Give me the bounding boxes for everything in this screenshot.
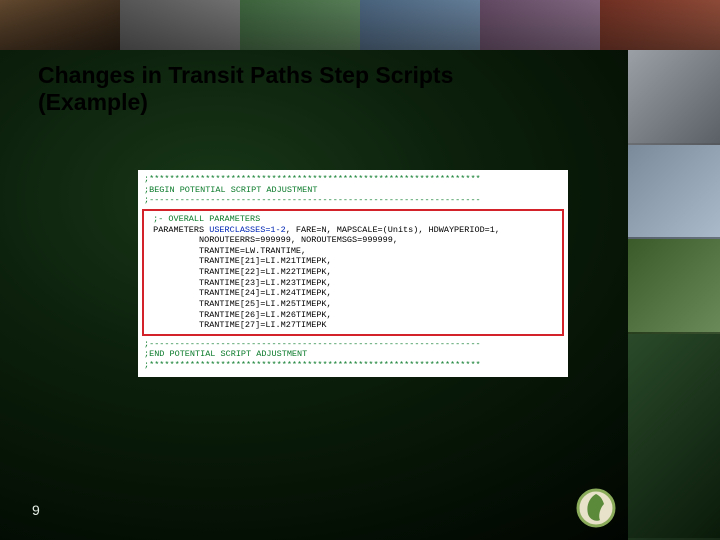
banner-segment bbox=[600, 0, 720, 50]
title-line-2: (Example) bbox=[38, 89, 148, 115]
code-line: TRANTIME[26]=LI.M26TIMEPK, bbox=[148, 310, 332, 320]
code-example-box: ;***************************************… bbox=[138, 170, 568, 377]
code-line: TRANTIME[21]=LI.M21TIMEPK, bbox=[148, 256, 332, 266]
top-image-banner bbox=[0, 0, 720, 52]
banner-segment bbox=[480, 0, 600, 50]
banner-segment bbox=[360, 0, 480, 50]
code-line: ;BEGIN POTENTIAL SCRIPT ADJUSTMENT bbox=[144, 185, 562, 196]
title-line-1: Changes in Transit Paths Step Scripts bbox=[38, 62, 453, 88]
code-line: ;- OVERALL PARAMETERS bbox=[148, 214, 260, 224]
code-line: ;---------------------------------------… bbox=[144, 339, 562, 350]
code-line: TRANTIME[23]=LI.M23TIMEPK, bbox=[148, 278, 332, 288]
slide-body: Changes in Transit Paths Step Scripts (E… bbox=[0, 50, 720, 540]
slide-title: Changes in Transit Paths Step Scripts (E… bbox=[38, 62, 610, 116]
side-segment bbox=[628, 334, 720, 540]
banner-segment bbox=[120, 0, 240, 50]
banner-segment bbox=[0, 0, 120, 50]
page-number: 9 bbox=[32, 502, 40, 518]
code-line: TRANTIME[27]=LI.M27TIMEPK bbox=[148, 320, 327, 330]
code-line: ;END POTENTIAL SCRIPT ADJUSTMENT bbox=[144, 349, 562, 360]
code-line: ;---------------------------------------… bbox=[144, 195, 562, 206]
code-line: TRANTIME[25]=LI.M25TIMEPK, bbox=[148, 299, 332, 309]
highlighted-code-block: ;- OVERALL PARAMETERS PARAMETERS USERCLA… bbox=[142, 209, 564, 336]
side-segment bbox=[628, 145, 720, 240]
county-logo-icon bbox=[576, 488, 616, 528]
code-line: TRANTIME[22]=LI.M22TIMEPK, bbox=[148, 267, 332, 277]
banner-segment bbox=[240, 0, 360, 50]
code-line: TRANTIME[24]=LI.M24TIMEPK, bbox=[148, 288, 332, 298]
code-line: NOROUTEERRS=999999, NOROUTEMSGS=999999, bbox=[148, 235, 398, 245]
side-segment bbox=[628, 239, 720, 334]
side-segment bbox=[628, 50, 720, 145]
code-line: ;***************************************… bbox=[144, 174, 562, 185]
code-line: PARAMETERS USERCLASSES=1-2, FARE=N, MAPS… bbox=[148, 225, 500, 235]
code-line: ;***************************************… bbox=[144, 360, 562, 371]
side-image-strip bbox=[628, 50, 720, 540]
code-line: TRANTIME=LW.TRANTIME, bbox=[148, 246, 306, 256]
